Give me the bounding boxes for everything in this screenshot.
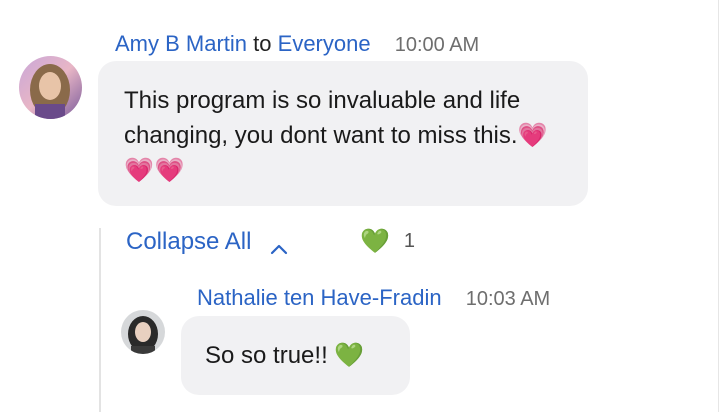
- sender-name[interactable]: Amy B Martin: [115, 31, 247, 56]
- message-text: This program is so invaluable and life c…: [124, 87, 521, 149]
- green-heart-icon: 💚: [360, 227, 390, 255]
- avatar-amy[interactable]: [19, 56, 82, 119]
- collapse-all-label: Collapse All: [126, 228, 252, 255]
- reaction-count: 1: [403, 229, 416, 252]
- chat-panel: Amy B Martin to Everyone 10:00 AM This p…: [0, 0, 722, 412]
- thread-line: [99, 228, 101, 412]
- avatar-nathalie[interactable]: [121, 310, 165, 354]
- panel-divider: [718, 0, 719, 412]
- collapse-all-button[interactable]: Collapse All: [126, 227, 289, 257]
- chevron-up-icon: [269, 235, 289, 255]
- message-header: Amy B Martin to Everyone 10:00 AM: [115, 31, 479, 58]
- reply-bubble[interactable]: So so true!! 💚: [181, 316, 410, 395]
- reply-header: Nathalie ten Have-Fradin 10:03 AM: [197, 285, 550, 312]
- reply-time: 10:03 AM: [465, 288, 551, 310]
- reply-sender-name[interactable]: Nathalie ten Have-Fradin: [197, 285, 442, 310]
- reaction-badge[interactable]: 💚 1: [360, 226, 415, 256]
- message-time: 10:00 AM: [394, 34, 480, 56]
- green-heart-emoji: 💚: [334, 342, 365, 369]
- reply-text: So so true!!: [205, 342, 328, 369]
- message-bubble[interactable]: This program is so invaluable and life c…: [98, 61, 588, 206]
- recipient-name[interactable]: Everyone: [278, 31, 371, 56]
- to-label: to: [253, 31, 272, 56]
